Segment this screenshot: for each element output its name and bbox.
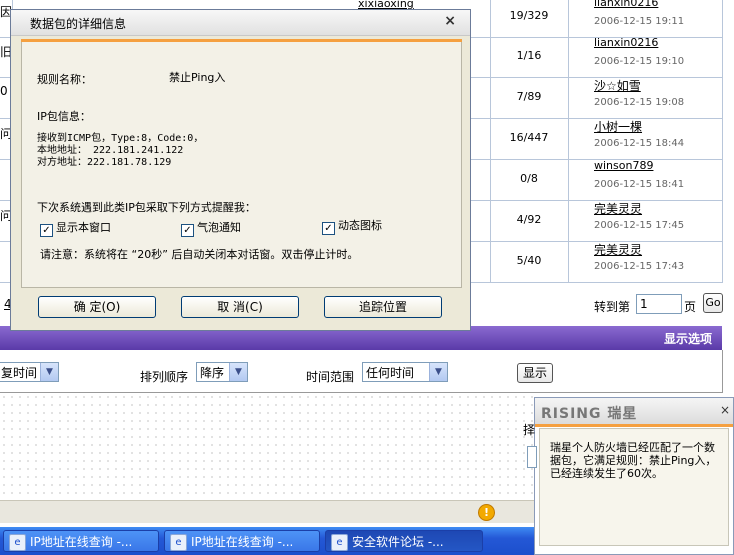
- rising-logo: RISING 瑞星: [541, 406, 638, 422]
- bubble-notify-checkbox[interactable]: ✓ 气泡通知: [181, 219, 241, 237]
- checkmark-icon: ✓: [322, 222, 335, 235]
- browser-icon: e: [331, 534, 348, 551]
- time-sort-select[interactable]: 复时间 ▼: [0, 362, 59, 382]
- packet-detail-dialog: 数据包的详细信息 × 规则名称： 禁止Ping入 IP包信息： 接收到ICMP包…: [10, 9, 471, 331]
- row-replies: 16/447: [509, 131, 549, 144]
- checkbox-label: 气泡通知: [197, 221, 241, 234]
- browser-icon: e: [170, 534, 187, 551]
- taskbar-button[interactable]: e IP地址在线查询 -...: [3, 530, 159, 552]
- auto-close-note: 请注意：系统将在 “20秒” 后自动关闭本对话窗。双击停止计时。: [40, 248, 359, 261]
- row-time: 2006-12-15 19:08: [594, 97, 685, 108]
- row-time: 2006-12-15 19:10: [594, 56, 685, 67]
- row-author-link[interactable]: 完美灵灵: [594, 241, 642, 258]
- rising-alert-popup: RISING 瑞星 × 瑞星个人防火墙已经匹配了一个数据包，它满足规则：禁止Pi…: [534, 397, 734, 555]
- time-range-value: 任何时间: [366, 366, 415, 380]
- row-replies: 0/8: [520, 172, 538, 185]
- row-time: 2006-12-15 18:44: [594, 138, 685, 149]
- show-button[interactable]: 显示: [517, 363, 553, 383]
- taskbar-button[interactable]: e IP地址在线查询 -...: [164, 530, 320, 552]
- rule-name-label: 规则名称：: [37, 73, 92, 86]
- taskbar-button-label: IP地址在线查询 -...: [30, 535, 133, 549]
- dialog-title-bar[interactable]: 数据包的详细信息 ×: [11, 10, 470, 36]
- order-select[interactable]: 降序 ▼: [196, 362, 248, 382]
- checkmark-icon: ✓: [40, 224, 53, 237]
- row-replies: 7/89: [516, 90, 542, 103]
- checkmark-icon: ✓: [181, 224, 194, 237]
- time-sort-value: 复时间: [1, 366, 38, 380]
- order-label: 排列顺序: [140, 370, 189, 384]
- close-icon[interactable]: ×: [444, 13, 456, 29]
- checkbox-label: 动态图标: [338, 219, 382, 232]
- go-button[interactable]: Go: [703, 293, 723, 313]
- time-range-label: 时间范围: [306, 370, 355, 384]
- row-author-link[interactable]: lianxin0216: [594, 36, 658, 49]
- row-author-link[interactable]: lianxin0216: [594, 0, 658, 9]
- order-value: 降序: [200, 366, 225, 380]
- dialog-content-panel: 规则名称： 禁止Ping入 IP包信息： 接收到ICMP包，Type:8，Cod…: [21, 42, 462, 288]
- browser-icon: e: [9, 534, 26, 551]
- alert-options-label: 下次系统遇到此类IP包采取下列方式提醒我：: [37, 201, 256, 214]
- partial-input[interactable]: [527, 446, 537, 468]
- dialog-title: 数据包的详细信息: [30, 17, 127, 31]
- row-author-link[interactable]: 沙☆如雪: [594, 77, 641, 94]
- page-number-input[interactable]: [636, 294, 682, 314]
- warning-icon[interactable]: !: [478, 504, 495, 521]
- row-time: 2006-12-15 18:41: [594, 179, 685, 190]
- checkbox-label: 显示本窗口: [56, 221, 111, 234]
- page-unit-label: 页: [684, 300, 697, 314]
- popup-message-panel: 瑞星个人防火墙已经匹配了一个数据包，它满足规则：禁止Ping入，已经连续发生了6…: [539, 428, 729, 546]
- row-replies: 5/40: [516, 254, 542, 267]
- row-time: 2006-12-15 17:45: [594, 220, 685, 231]
- taskbar-button-label: 安全软件论坛 -...: [352, 535, 444, 549]
- row-author-link[interactable]: 小树一棵: [594, 118, 642, 135]
- filter-bar: 复时间 ▼ 排列顺序 降序 ▼ 时间范围 任何时间 ▼ 显示: [0, 350, 723, 393]
- row-author-link[interactable]: winson789: [594, 159, 653, 172]
- show-window-checkbox[interactable]: ✓ 显示本窗口: [40, 219, 111, 237]
- remote-address: 对方地址：222.181.78.129: [37, 157, 172, 168]
- partial-text: 择: [523, 423, 536, 437]
- row-subject-fragment: 0: [0, 84, 8, 98]
- column-divider: [722, 0, 723, 283]
- display-options-title: 显示选项: [663, 332, 712, 346]
- chevron-down-icon: ▼: [229, 363, 247, 381]
- row-replies: 4/92: [516, 213, 542, 226]
- row-author-link[interactable]: 完美灵灵: [594, 200, 642, 217]
- trace-location-button[interactable]: 追踪位置: [324, 296, 442, 318]
- close-icon[interactable]: ×: [720, 403, 730, 417]
- taskbar-button-active[interactable]: e 安全软件论坛 -...: [325, 530, 483, 552]
- popup-title-bar: RISING 瑞星 ×: [535, 398, 733, 424]
- rule-name-value: 禁止Ping入: [169, 71, 226, 84]
- ip-info-label: IP包信息：: [37, 110, 91, 123]
- accent-divider: [535, 424, 733, 427]
- row-replies: 1/16: [516, 49, 542, 62]
- row-time: 2006-12-15 19:11: [594, 16, 685, 27]
- chevron-down-icon: ▼: [40, 363, 58, 381]
- time-range-select[interactable]: 任何时间 ▼: [362, 362, 448, 382]
- browser-status-bar: !: [0, 500, 534, 523]
- ok-button[interactable]: 确 定(O): [38, 296, 156, 318]
- row-time: 2006-12-15 17:43: [594, 261, 685, 272]
- animated-icon-checkbox[interactable]: ✓ 动态图标: [322, 217, 382, 235]
- cancel-button[interactable]: 取 消(C): [181, 296, 299, 318]
- row-replies: 19/329: [509, 9, 549, 22]
- taskbar-button-label: IP地址在线查询 -...: [191, 535, 294, 549]
- popup-message: 瑞星个人防火墙已经匹配了一个数据包，它满足规则：禁止Ping入，已经连续发生了6…: [550, 441, 717, 480]
- chevron-down-icon: ▼: [429, 363, 447, 381]
- goto-page-label: 转到第: [594, 300, 631, 314]
